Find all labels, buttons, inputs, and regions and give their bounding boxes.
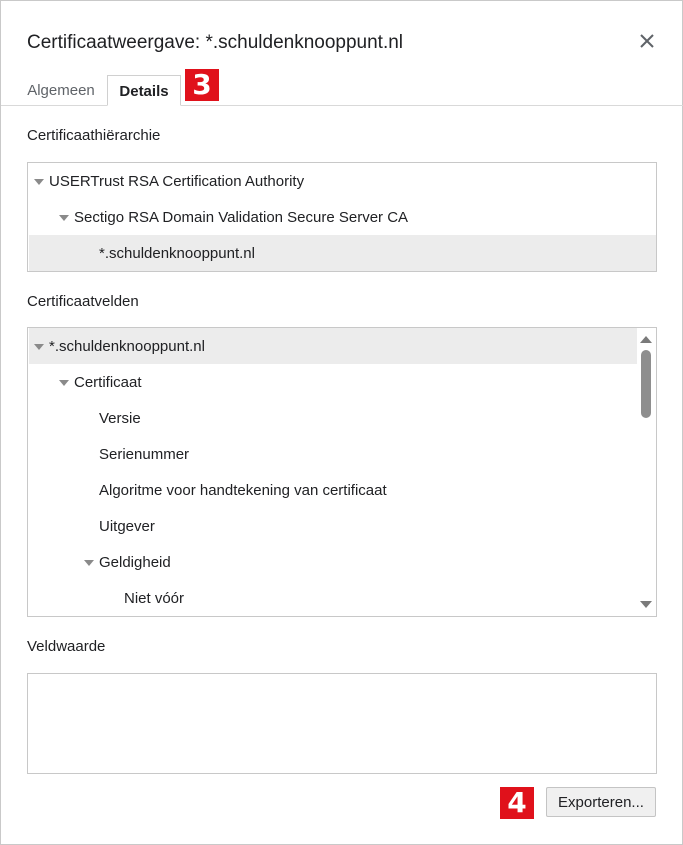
- field-value-box[interactable]: [27, 673, 657, 774]
- annotation-badge-3: 3: [185, 69, 219, 101]
- tab-details[interactable]: Details: [107, 75, 181, 106]
- expand-triangle-icon[interactable]: [59, 215, 69, 221]
- expand-triangle-icon[interactable]: [84, 560, 94, 566]
- tree-row-label: Versie: [99, 410, 141, 427]
- tab-general[interactable]: Algemeen: [15, 75, 107, 106]
- scroll-down-icon[interactable]: [640, 601, 652, 608]
- dialog-title: Certificaatweergave: *.schuldenknooppunt…: [27, 32, 404, 53]
- tree-row[interactable]: Versie: [29, 400, 638, 436]
- expand-triangle-icon[interactable]: [59, 380, 69, 386]
- hierarchy-label: Certificaathiërarchie: [27, 127, 161, 144]
- expand-triangle-icon[interactable]: [34, 179, 44, 185]
- tree-row-label: *.schuldenknooppunt.nl: [99, 245, 255, 262]
- tree-row-label: Sectigo RSA Domain Validation Secure Ser…: [74, 209, 409, 226]
- expand-triangle-icon[interactable]: [34, 344, 44, 350]
- tree-row-label: Geldigheid: [99, 554, 171, 571]
- fields-label: Certificaatvelden: [27, 293, 139, 310]
- export-button[interactable]: Exporteren...: [546, 787, 656, 817]
- fields-scrollbar[interactable]: [637, 328, 655, 616]
- tree-row[interactable]: USERTrust RSA Certification Authority: [29, 163, 656, 199]
- tree-row-label: Serienummer: [99, 446, 190, 463]
- certificate-viewer-dialog: Certificaatweergave: *.schuldenknooppunt…: [0, 0, 683, 845]
- tree-row-label: Uitgever: [99, 518, 155, 535]
- certificate-hierarchy-tree: USERTrust RSA Certification Authority Sec…: [27, 162, 657, 272]
- tree-row[interactable]: *.schuldenknooppunt.nl: [29, 328, 638, 364]
- scroll-up-icon[interactable]: [640, 336, 652, 343]
- tree-row-label: Certificaat: [74, 374, 142, 391]
- annotation-badge-4: 4: [500, 787, 534, 819]
- tree-row[interactable]: Uitgever: [29, 508, 638, 544]
- tree-row-label: Niet vóór: [124, 590, 185, 607]
- tree-row[interactable]: Geldigheid: [29, 544, 638, 580]
- scrollbar-thumb[interactable]: [641, 350, 651, 418]
- tree-row[interactable]: Serienummer: [29, 436, 638, 472]
- tree-row-label: *.schuldenknooppunt.nl: [49, 338, 205, 355]
- tree-row-label: Algoritme voor handtekening van certific…: [99, 482, 387, 499]
- tree-row[interactable]: Algoritme voor handtekening van certific…: [29, 472, 638, 508]
- field-value-label: Veldwaarde: [27, 638, 106, 655]
- tree-row[interactable]: Niet vóór: [29, 580, 638, 616]
- tree-row[interactable]: Certificaat: [29, 364, 638, 400]
- close-icon: [640, 34, 654, 48]
- tree-row[interactable]: *.schuldenknooppunt.nl: [29, 235, 656, 271]
- tree-row[interactable]: Sectigo RSA Domain Validation Secure Ser…: [29, 199, 656, 235]
- certificate-fields-tree: *.schuldenknooppunt.nl Certificaat Versie S…: [27, 327, 657, 617]
- close-button[interactable]: [635, 29, 659, 53]
- tree-row-label: USERTrust RSA Certification Authority: [49, 173, 305, 190]
